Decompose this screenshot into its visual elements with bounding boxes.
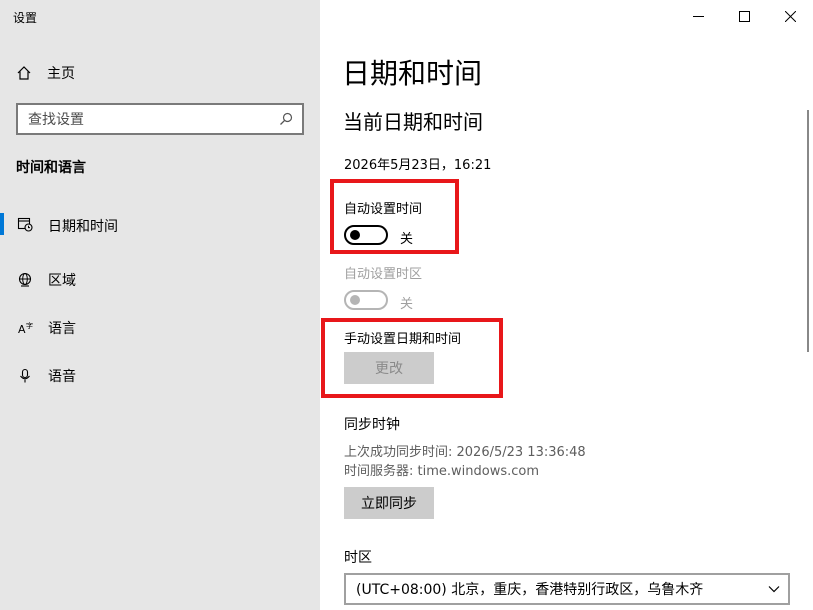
sidebar: 设置 主页 查找设置 时间和语言 日期和时间 区域 A字 语言 语音 bbox=[0, 0, 320, 610]
toggle-knob bbox=[350, 295, 360, 305]
sync-heading: 同步时钟 bbox=[344, 417, 400, 433]
current-datetime: 2026年5月23日，16:21 bbox=[344, 158, 492, 173]
chevron-down-icon bbox=[768, 581, 780, 597]
timezone-heading: 时区 bbox=[344, 550, 372, 566]
search-icon[interactable] bbox=[278, 111, 294, 127]
home-icon bbox=[16, 65, 32, 81]
auto-timezone-state: 关 bbox=[400, 297, 414, 312]
scrollbar[interactable] bbox=[807, 110, 809, 352]
language-icon: A字 bbox=[17, 320, 33, 336]
svg-text:字: 字 bbox=[26, 321, 33, 330]
section-heading: 时间和语言 bbox=[16, 160, 86, 176]
last-sync-text: 上次成功同步时间: 2026/5/23 13:36:48 bbox=[344, 445, 586, 460]
sidebar-item-language[interactable]: A字 语言 bbox=[0, 304, 320, 352]
sidebar-item-label: 日期和时间 bbox=[48, 219, 118, 235]
globe-icon bbox=[17, 272, 33, 288]
sidebar-item-label: 语音 bbox=[48, 369, 76, 385]
highlight-box-manual-datetime bbox=[321, 318, 503, 398]
home-nav-item[interactable]: 主页 bbox=[16, 62, 75, 84]
section-title-current: 当前日期和时间 bbox=[343, 110, 483, 134]
auto-timezone-toggle[interactable] bbox=[344, 290, 388, 310]
sync-now-button[interactable]: 立即同步 bbox=[344, 487, 434, 519]
calendar-clock-icon bbox=[17, 216, 33, 232]
time-server-text: 时间服务器: time.windows.com bbox=[344, 464, 540, 479]
search-placeholder: 查找设置 bbox=[28, 112, 84, 128]
timezone-value: (UTC+08:00) 北京，重庆，香港特别行政区，乌鲁木齐 bbox=[356, 582, 704, 598]
home-label: 主页 bbox=[47, 66, 75, 82]
sidebar-item-label: 语言 bbox=[48, 321, 76, 337]
timezone-select[interactable]: (UTC+08:00) 北京，重庆，香港特别行政区，乌鲁木齐 bbox=[344, 573, 790, 605]
svg-text:A: A bbox=[18, 323, 26, 336]
auto-timezone-label: 自动设置时区 bbox=[344, 267, 423, 282]
search-input[interactable]: 查找设置 bbox=[16, 103, 304, 135]
sidebar-item-date-time[interactable]: 日期和时间 bbox=[0, 208, 320, 256]
sidebar-item-speech[interactable]: 语音 bbox=[0, 352, 320, 400]
microphone-icon bbox=[17, 368, 33, 384]
app-title: 设置 bbox=[13, 11, 38, 25]
sidebar-item-region[interactable]: 区域 bbox=[0, 256, 320, 304]
sidebar-item-label: 区域 bbox=[48, 273, 76, 289]
highlight-box-auto-time bbox=[330, 179, 459, 254]
main-content: 日期和时间 当前日期和时间 2026年5月23日，16:21 自动设置时间 关 … bbox=[320, 0, 813, 610]
page-title: 日期和时间 bbox=[342, 57, 483, 90]
sidebar-nav: 日期和时间 区域 A字 语言 语音 bbox=[0, 208, 320, 400]
